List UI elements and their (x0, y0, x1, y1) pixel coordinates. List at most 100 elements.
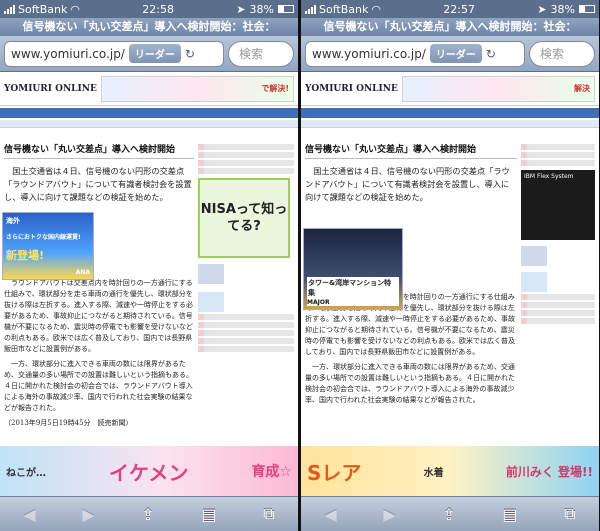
nisa-ad[interactable]: NISAって知ってる? (198, 178, 290, 258)
bottom-banner-ad[interactable]: Sレア 水着 前川みく 登場!! (301, 446, 599, 496)
sidebar-link[interactable] (198, 330, 294, 336)
news-thumbnail (198, 292, 224, 312)
sidebar-link[interactable] (198, 160, 294, 166)
ana-ad-new: 新登場! (6, 249, 45, 262)
bookmarks-icon[interactable]: ▤ (201, 505, 216, 524)
search-field[interactable]: 検索 (529, 40, 595, 67)
browser-toolbar: ◀ ▶ ⇪ ▤ ⧉ (301, 496, 599, 531)
url-text: www.yomiuri.co.jp/ (11, 46, 125, 61)
sidebar-news-item[interactable] (198, 292, 294, 312)
web-page[interactable]: YOMIURI ONLINE で解決! 信号機ない「丸い交差点」導入へ検討開始 … (0, 72, 298, 449)
ibm-ad[interactable]: IBM Flex System (521, 170, 595, 240)
sidebar-link[interactable] (521, 318, 595, 324)
article-paragraph-3: 一方、環状部分に進入できる車両の数には限界があるため、交通量の多い場所での設置は… (305, 363, 515, 404)
top-banner-text: 解決 (574, 84, 590, 93)
sidebar-link[interactable] (198, 338, 294, 344)
tabs-icon[interactable]: ⧉ (564, 504, 575, 524)
tabs-icon[interactable]: ⧉ (263, 504, 274, 524)
sidebar-link[interactable] (198, 322, 294, 328)
browser-toolbar: ◀ ▶ ⇪ ▤ ⧉ (0, 496, 298, 531)
tower-mansion-ad[interactable]: タワー&湾岸マンション特集 MAJOR (303, 228, 403, 310)
ana-ad-brand: ANA (75, 269, 90, 276)
ana-ad-top: 海外 (6, 217, 20, 225)
sidebar-link[interactable] (521, 144, 595, 150)
battery-icon (578, 5, 595, 13)
right-screen: SoftBank ◠ 22:57 ➤ 38% 信号機ない「丸い交差点」導入へ検討… (301, 0, 599, 531)
sidebar-link[interactable] (198, 168, 294, 174)
top-banner-text: で解決! (261, 84, 289, 93)
article-paragraph-1: 国土交通省は４日、信号機のない円形の交差点「ラウンドアバウト」について有識者検討… (4, 166, 192, 202)
clock: 22:57 (443, 2, 475, 16)
top-banner-ad[interactable]: で解決! (100, 75, 294, 102)
article-paragraph-2: ラウンドアバウトは交差点内を時計回りの一方通行にする仕組みで、環状部分を走る車両… (4, 279, 193, 353)
sidebar-link[interactable] (198, 314, 294, 320)
site-logo[interactable]: YOMIURI ONLINE (305, 84, 398, 94)
bottom-ad-right: 育成☆ (251, 464, 292, 480)
page-title: 信号機ない「丸い交差点」導入へ検討開始：社会： (0, 18, 298, 36)
sidebar-link[interactable] (198, 144, 294, 150)
back-icon[interactable]: ◀ (23, 505, 35, 524)
address-bar: www.yomiuri.co.jp/ リーダー ↻ 検索 (301, 36, 599, 72)
site-nav[interactable] (301, 108, 599, 118)
reader-button[interactable]: リーダー (128, 44, 181, 63)
clock: 22:58 (142, 2, 174, 16)
carrier-label: SoftBank (18, 2, 68, 16)
news-thumbnail (198, 264, 224, 284)
sidebar-news-item[interactable] (198, 264, 294, 284)
site-logo[interactable]: YOMIURI ONLINE (4, 84, 97, 94)
carrier-label: SoftBank (319, 2, 369, 16)
sidebar-link[interactable] (521, 310, 595, 316)
reload-icon[interactable]: ↻ (185, 47, 195, 61)
battery-icon (277, 5, 294, 13)
sidebar-news-item[interactable] (521, 246, 595, 266)
sidebar-news-item[interactable] (521, 272, 595, 292)
battery-percent: 38% (550, 2, 575, 16)
share-icon[interactable]: ⇪ (442, 505, 455, 524)
sidebar-link[interactable] (198, 346, 294, 352)
top-banner-ad[interactable]: 解決 (401, 75, 595, 102)
sidebar-link[interactable] (521, 160, 595, 166)
site-header: YOMIURI ONLINE 解決 (301, 72, 599, 106)
ana-ad-main: さらにおトクな国内線運賃! (6, 234, 81, 241)
article-paragraph-1: 国土交通省は４日、信号機のない円形の交差点「ラウンドアバウト」について有識者検討… (305, 166, 510, 202)
reader-button[interactable]: リーダー (429, 44, 482, 63)
url-field[interactable]: www.yomiuri.co.jp/ リーダー ↻ (4, 40, 224, 67)
left-screen: SoftBank ◠ 22:58 ➤ 38% 信号機ない「丸い交差点」導入へ検討… (0, 0, 298, 531)
forward-icon[interactable]: ▶ (383, 505, 395, 524)
page-title: 信号機ない「丸い交差点」導入へ検討開始：社会： (301, 18, 599, 36)
site-subnav[interactable] (0, 120, 298, 128)
site-subnav[interactable] (301, 120, 599, 128)
bottom-banner-ad[interactable]: ねこが… イケメン 育成☆ (0, 446, 298, 496)
signal-icon (305, 4, 316, 14)
location-icon: ➤ (537, 2, 547, 16)
search-field[interactable]: 検索 (228, 40, 294, 67)
forward-icon[interactable]: ▶ (82, 505, 94, 524)
url-text: www.yomiuri.co.jp/ (312, 46, 426, 61)
share-icon[interactable]: ⇪ (141, 505, 154, 524)
bottom-ad-right: 前川みく 登場!! (505, 464, 593, 479)
battery-percent: 38% (249, 2, 274, 16)
sidebar-link[interactable] (521, 302, 595, 308)
article-headline: 信号機ない「丸い交差点」導入へ検討開始 (305, 142, 517, 159)
back-icon[interactable]: ◀ (324, 505, 336, 524)
web-page[interactable]: YOMIURI ONLINE 解決 信号機ない「丸い交差点」導入へ検討開始 国土… (301, 72, 599, 449)
sidebar-link[interactable] (198, 152, 294, 158)
signal-icon (4, 4, 15, 14)
bottom-ad-mid: 水着 (423, 467, 444, 479)
sidebar-link[interactable] (521, 294, 595, 300)
ana-inline-ad[interactable]: 海外 さらにおトクな国内線運賃! 新登場! ANA (2, 212, 94, 280)
reload-icon[interactable]: ↻ (486, 47, 496, 61)
mansion-ad-brand: MAJOR (307, 299, 399, 306)
sidebar-link[interactable] (521, 152, 595, 158)
article-headline: 信号機ない「丸い交差点」導入へ検討開始 (4, 142, 194, 159)
address-bar: www.yomiuri.co.jp/ リーダー ↻ 検索 (0, 36, 298, 72)
bottom-ad-left: Sレア (307, 460, 362, 485)
site-header: YOMIURI ONLINE で解決! (0, 72, 298, 106)
site-nav[interactable] (0, 108, 298, 118)
ibm-ad-text: IBM Flex System (524, 173, 574, 180)
bookmarks-icon[interactable]: ▤ (502, 505, 517, 524)
url-field[interactable]: www.yomiuri.co.jp/ リーダー ↻ (305, 40, 525, 67)
article-dateline: （2013年9月5日19時45分 読売新聞） (4, 419, 133, 427)
sidebar: IBM Flex System (521, 142, 595, 326)
wifi-icon: ◠ (70, 2, 80, 16)
